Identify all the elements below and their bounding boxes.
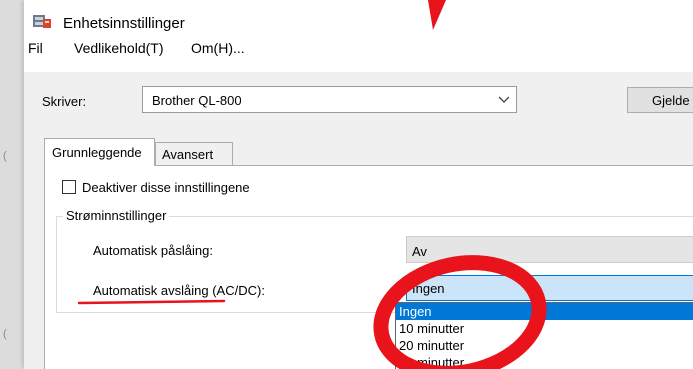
menu-about[interactable]: Om(H)...: [191, 40, 245, 56]
printer-settings-icon: [33, 15, 51, 28]
chevron-down-icon: [498, 96, 510, 103]
window-title: Enhetsinnstillinger: [63, 15, 185, 32]
disable-settings-label[interactable]: Deaktiver disse innstillingene: [82, 180, 250, 195]
auto-on-label: Automatisk påslåing:: [93, 243, 213, 258]
apply-button-label: Gjelde: [652, 93, 690, 108]
apply-button[interactable]: Gjelde: [627, 87, 693, 113]
tab-basic-label: Grunnleggende: [52, 145, 142, 160]
tab-advanced-label: Avansert: [162, 147, 214, 162]
auto-off-dropdown-list: Ingen 10 minutter 20 minutter 30 minutte…: [395, 302, 693, 369]
dropdown-option-20-min[interactable]: 20 minutter: [396, 337, 693, 354]
background-window-strip: ( (: [0, 0, 22, 369]
dropdown-option-10-min[interactable]: 10 minutter: [396, 320, 693, 337]
auto-off-select[interactable]: Ingen: [406, 275, 693, 301]
auto-off-value: Ingen: [412, 281, 445, 296]
menu-file[interactable]: Fil: [28, 40, 43, 56]
printer-label: Skriver:: [42, 94, 87, 109]
auto-off-label: Automatisk avslåing (AC/DC):: [93, 283, 265, 298]
auto-on-value: Av: [412, 244, 427, 259]
disable-settings-checkbox[interactable]: [62, 180, 76, 194]
title-bar: Enhetsinnstillinger: [24, 0, 693, 34]
strip-mark: (: [3, 328, 7, 340]
tab-basic[interactable]: Grunnleggende: [44, 138, 155, 166]
dropdown-option-none[interactable]: Ingen: [396, 303, 693, 320]
menu-maintenance[interactable]: Vedlikehold(T): [74, 40, 164, 56]
printer-select-value: Brother QL-800: [152, 93, 242, 108]
power-settings-legend: Strøminnstillinger: [63, 208, 170, 223]
tab-advanced[interactable]: Avansert: [155, 142, 233, 166]
strip-mark: (: [3, 150, 7, 162]
dropdown-option-30-min[interactable]: 30 minutter: [396, 354, 693, 369]
auto-on-select[interactable]: Av: [406, 236, 693, 263]
printer-select[interactable]: Brother QL-800: [142, 86, 517, 113]
